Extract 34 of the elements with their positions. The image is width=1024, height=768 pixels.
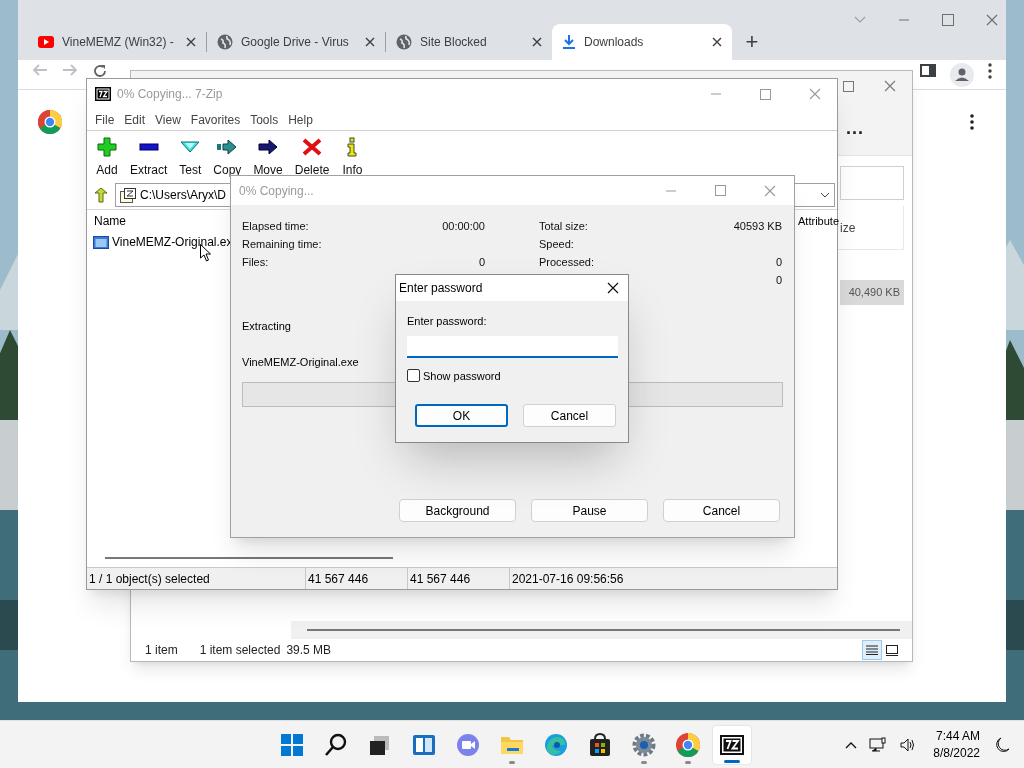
dialog-title: Enter password (399, 280, 483, 297)
stat-label: Remaining time: (242, 236, 322, 252)
stat-value: 0 (478, 254, 485, 270)
tab-title: Downloads (584, 34, 645, 51)
checkbox-label: Show password (423, 368, 501, 384)
time-text: 7:44 AM (935, 727, 980, 745)
status-text: 1 item (145, 642, 178, 659)
operation-label: Extracting (242, 319, 291, 334)
status-text: 41 567 446 (305, 568, 407, 589)
field-label: Enter password: (407, 314, 488, 329)
stat-label: Processed: (539, 254, 595, 270)
window-title: 0% Copying... 7-Zip (117, 86, 223, 103)
tab-title: Site Blocked (420, 34, 488, 51)
date-text: 8/8/2022 (933, 744, 980, 762)
status-text: 41 567 446 (407, 568, 509, 589)
tab-title: Google Drive - Virus (241, 34, 350, 51)
dialog-title: 0% Copying... (239, 182, 314, 200)
stat-value: 0 (775, 272, 782, 288)
stat-label: Speed: (539, 236, 574, 252)
stat-value: 00:00:00 (442, 218, 485, 234)
status-text: 1 item selected (199, 642, 281, 659)
tab-title: VineMEMZ (Win32) - (62, 34, 175, 51)
status-text: 39.5 MB (286, 642, 332, 659)
stat-label: Total size: (539, 218, 588, 234)
status-text: 2021-07-16 09:56:56 (509, 568, 809, 589)
stat-label: Elapsed time: (242, 218, 309, 234)
file-name: VineMEMZ-Original.ex (112, 234, 233, 251)
stat-value: 40593 KB (733, 218, 782, 234)
file-name: VineMEMZ-Original.exe (242, 354, 359, 370)
stat-label: Files: (242, 254, 269, 270)
stat-value: 0 (775, 254, 782, 270)
status-text: 1 / 1 object(s) selected (88, 571, 211, 588)
path-text: C:\Users\Aryx\D (140, 187, 226, 204)
size-cell-text: 40,490 KB (848, 285, 900, 301)
